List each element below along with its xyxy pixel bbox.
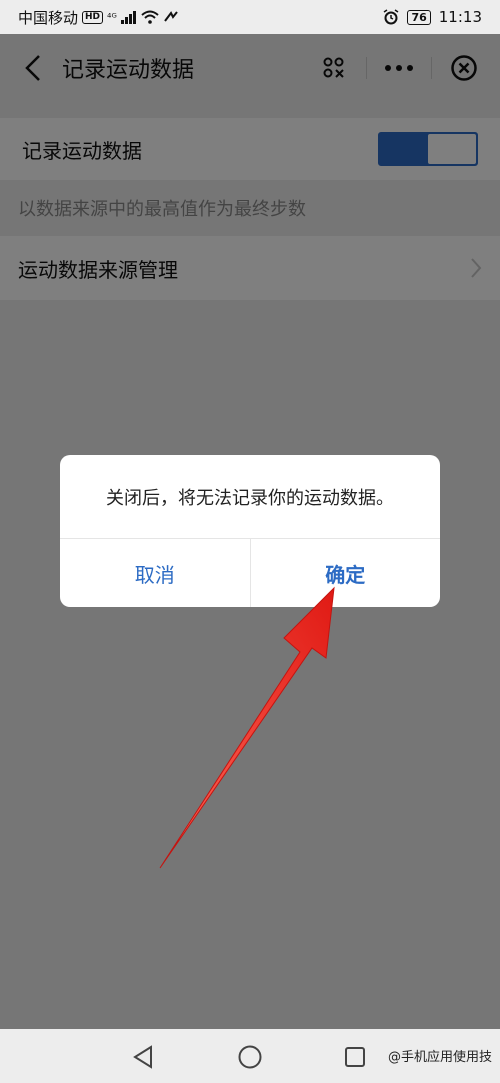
- carrier-name: 中国移动: [18, 8, 79, 27]
- nfc-icon: [164, 11, 178, 22]
- dialog-buttons: 取消 确定: [60, 539, 440, 607]
- nav-back-button[interactable]: [128, 1043, 158, 1071]
- screen: 中国移动 HD ⁴ᴳ 76 11:13 关闭后，将无法记录你的运动数据。 取消 …: [0, 0, 500, 1083]
- confirm-dialog: 关闭后，将无法记录你的运动数据。 取消 确定: [60, 455, 440, 607]
- square-recents-icon: [345, 1047, 365, 1067]
- watermark: @手机应用使用技: [387, 1050, 492, 1065]
- system-nav-bar: @手机应用使用技: [0, 1029, 500, 1083]
- hd-badge: HD: [82, 10, 104, 24]
- status-right: 76 11:13: [383, 8, 482, 26]
- battery-indicator: 76: [407, 9, 431, 25]
- circle-home-icon: [238, 1045, 262, 1069]
- triangle-back-icon: [133, 1045, 152, 1069]
- wifi-icon: [141, 10, 159, 24]
- clock: 11:13: [438, 8, 482, 26]
- dialog-message: 关闭后，将无法记录你的运动数据。: [60, 455, 440, 539]
- status-bar: 中国移动 HD ⁴ᴳ 76 11:13: [0, 0, 500, 34]
- confirm-button[interactable]: 确定: [251, 539, 441, 607]
- signal-icon: [120, 11, 136, 24]
- nav-home-button[interactable]: [235, 1043, 265, 1071]
- alarm-icon: [384, 9, 399, 25]
- nav-recents-button[interactable]: [340, 1043, 370, 1071]
- network-type: ⁴ᴳ: [107, 10, 117, 24]
- status-left: 中国移动 HD ⁴ᴳ: [18, 7, 179, 28]
- cancel-button[interactable]: 取消: [60, 539, 251, 607]
